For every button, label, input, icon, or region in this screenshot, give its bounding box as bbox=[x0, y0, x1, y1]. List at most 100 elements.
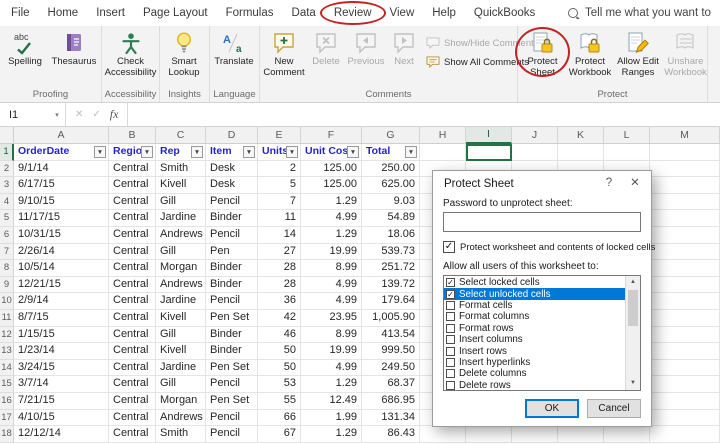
cell-K18[interactable] bbox=[558, 426, 604, 443]
cell-B12[interactable]: Central bbox=[109, 326, 156, 344]
scroll-thumb[interactable] bbox=[628, 290, 638, 326]
cell-C10[interactable]: Jardine bbox=[156, 293, 206, 310]
cell-C4[interactable]: Gill bbox=[156, 193, 206, 211]
cell-D6[interactable]: Pencil bbox=[206, 226, 258, 244]
cell-L1[interactable] bbox=[604, 144, 650, 161]
cell-C16[interactable]: Morgan bbox=[156, 392, 206, 410]
cell-B10[interactable]: Central bbox=[109, 293, 156, 310]
cell-D16[interactable]: Pen Set bbox=[206, 392, 258, 410]
filter-dropdown-button[interactable]: ▼ bbox=[347, 146, 359, 158]
filter-dropdown-button[interactable]: ▼ bbox=[94, 146, 106, 158]
cell-G6[interactable]: 18.06 bbox=[362, 226, 420, 244]
col-header-B[interactable]: B bbox=[109, 127, 156, 144]
row-header-11[interactable]: 11 bbox=[0, 309, 14, 327]
cell-B4[interactable]: Central bbox=[109, 193, 156, 211]
cell-F17[interactable]: 1.99 bbox=[301, 409, 362, 427]
cell-E16[interactable]: 55 bbox=[258, 392, 301, 410]
cell-H18[interactable] bbox=[420, 426, 466, 443]
filter-dropdown-button[interactable]: ▼ bbox=[141, 146, 153, 158]
col-header-D[interactable]: D bbox=[206, 127, 258, 144]
permission-option-select-unlocked-cells[interactable]: ✓ Select unlocked cells bbox=[444, 288, 625, 300]
cell-D4[interactable]: Pencil bbox=[206, 193, 258, 211]
cell-F9[interactable]: 4.99 bbox=[301, 276, 362, 294]
cell-M6[interactable] bbox=[650, 226, 720, 244]
translate-button[interactable]: A a Translate bbox=[211, 29, 257, 68]
cell-A10[interactable]: 2/9/14 bbox=[14, 293, 109, 310]
cell-G4[interactable]: 9.03 bbox=[362, 193, 420, 211]
cell-A16[interactable]: 7/21/15 bbox=[14, 392, 109, 410]
cell-A5[interactable]: 11/17/15 bbox=[14, 210, 109, 227]
cell-G8[interactable]: 251.72 bbox=[362, 260, 420, 277]
permission-checkbox[interactable]: ✓ bbox=[446, 289, 455, 299]
cell-D11[interactable]: Pen Set bbox=[206, 309, 258, 327]
row-header-3[interactable]: 3 bbox=[0, 177, 14, 194]
cell-D7[interactable]: Pen bbox=[206, 243, 258, 261]
cell-E14[interactable]: 50 bbox=[258, 359, 301, 377]
cell-G9[interactable]: 139.72 bbox=[362, 276, 420, 294]
permission-checkbox[interactable] bbox=[446, 323, 455, 333]
tab-formulas[interactable]: Formulas bbox=[217, 0, 283, 26]
row-header-14[interactable]: 14 bbox=[0, 359, 14, 377]
cell-D12[interactable]: Binder bbox=[206, 326, 258, 344]
protect-workbook-button[interactable]: Protect Workbook bbox=[566, 29, 614, 78]
tab-page-layout[interactable]: Page Layout bbox=[134, 0, 217, 26]
permission-checkbox[interactable] bbox=[446, 312, 455, 322]
ok-button[interactable]: OK bbox=[525, 399, 579, 418]
row-header-13[interactable]: 13 bbox=[0, 343, 14, 360]
filter-dropdown-button[interactable]: ▼ bbox=[405, 146, 417, 158]
permission-checkbox[interactable]: ✓ bbox=[446, 278, 455, 288]
permission-option-insert-rows[interactable]: Insert rows bbox=[444, 345, 625, 357]
cell-F13[interactable]: 19.99 bbox=[301, 343, 362, 360]
cell-F3[interactable]: 125.00 bbox=[301, 177, 362, 194]
permission-option-format-columns[interactable]: Format columns bbox=[444, 311, 625, 322]
cell-D13[interactable]: Binder bbox=[206, 343, 258, 360]
cell-B6[interactable]: Central bbox=[109, 226, 156, 244]
cell-E12[interactable]: 46 bbox=[258, 326, 301, 344]
cell-B7[interactable]: Central bbox=[109, 243, 156, 261]
filter-dropdown-button[interactable]: ▼ bbox=[243, 146, 255, 158]
cell-K1[interactable] bbox=[558, 144, 604, 161]
cell-D3[interactable]: Desk bbox=[206, 177, 258, 194]
permission-checkbox[interactable] bbox=[446, 300, 455, 310]
cell-D17[interactable]: Pencil bbox=[206, 409, 258, 427]
dialog-help-button[interactable]: ? bbox=[596, 171, 622, 196]
cell-B18[interactable]: Central bbox=[109, 426, 156, 443]
cell-F5[interactable]: 4.99 bbox=[301, 210, 362, 227]
permission-option-insert-columns[interactable]: Insert columns bbox=[444, 334, 625, 345]
cell-A12[interactable]: 1/15/15 bbox=[14, 326, 109, 344]
cell-M5[interactable] bbox=[650, 210, 720, 227]
permission-checkbox[interactable] bbox=[446, 369, 455, 379]
cell-C18[interactable]: Smith bbox=[156, 426, 206, 443]
cell-B16[interactable]: Central bbox=[109, 392, 156, 410]
scroll-down-icon[interactable]: ▼ bbox=[626, 377, 640, 390]
cell-F14[interactable]: 4.99 bbox=[301, 359, 362, 377]
cell-E13[interactable]: 50 bbox=[258, 343, 301, 360]
cell-G12[interactable]: 413.54 bbox=[362, 326, 420, 344]
cell-M14[interactable] bbox=[650, 359, 720, 377]
tell-me-search[interactable]: Tell me what you want to bbox=[568, 7, 720, 19]
thesaurus-button[interactable]: Thesaurus bbox=[49, 29, 99, 68]
cell-D18[interactable]: Pencil bbox=[206, 426, 258, 443]
permission-option-format-cells[interactable]: Format cells bbox=[444, 300, 625, 311]
cell-C3[interactable]: Kivell bbox=[156, 177, 206, 194]
cell-A7[interactable]: 2/26/14 bbox=[14, 243, 109, 261]
cell-M7[interactable] bbox=[650, 243, 720, 261]
formula-input[interactable] bbox=[128, 103, 720, 126]
cell-G17[interactable]: 131.34 bbox=[362, 409, 420, 427]
row-header-7[interactable]: 7 bbox=[0, 243, 14, 261]
cell-B2[interactable]: Central bbox=[109, 160, 156, 178]
row-header-16[interactable]: 16 bbox=[0, 392, 14, 410]
cell-M4[interactable] bbox=[650, 193, 720, 211]
cell-E5[interactable]: 11 bbox=[258, 210, 301, 227]
cell-A11[interactable]: 8/7/15 bbox=[14, 309, 109, 327]
cell-G16[interactable]: 686.95 bbox=[362, 392, 420, 410]
cell-C8[interactable]: Morgan bbox=[156, 260, 206, 277]
cell-C15[interactable]: Gill bbox=[156, 376, 206, 393]
cell-G5[interactable]: 54.89 bbox=[362, 210, 420, 227]
cell-M9[interactable] bbox=[650, 276, 720, 294]
smart-lookup-button[interactable]: Smart Lookup bbox=[161, 29, 207, 78]
cell-M13[interactable] bbox=[650, 343, 720, 360]
cell-C14[interactable]: Jardine bbox=[156, 359, 206, 377]
cell-A6[interactable]: 10/31/15 bbox=[14, 226, 109, 244]
filter-dropdown-button[interactable]: ▼ bbox=[191, 146, 203, 158]
